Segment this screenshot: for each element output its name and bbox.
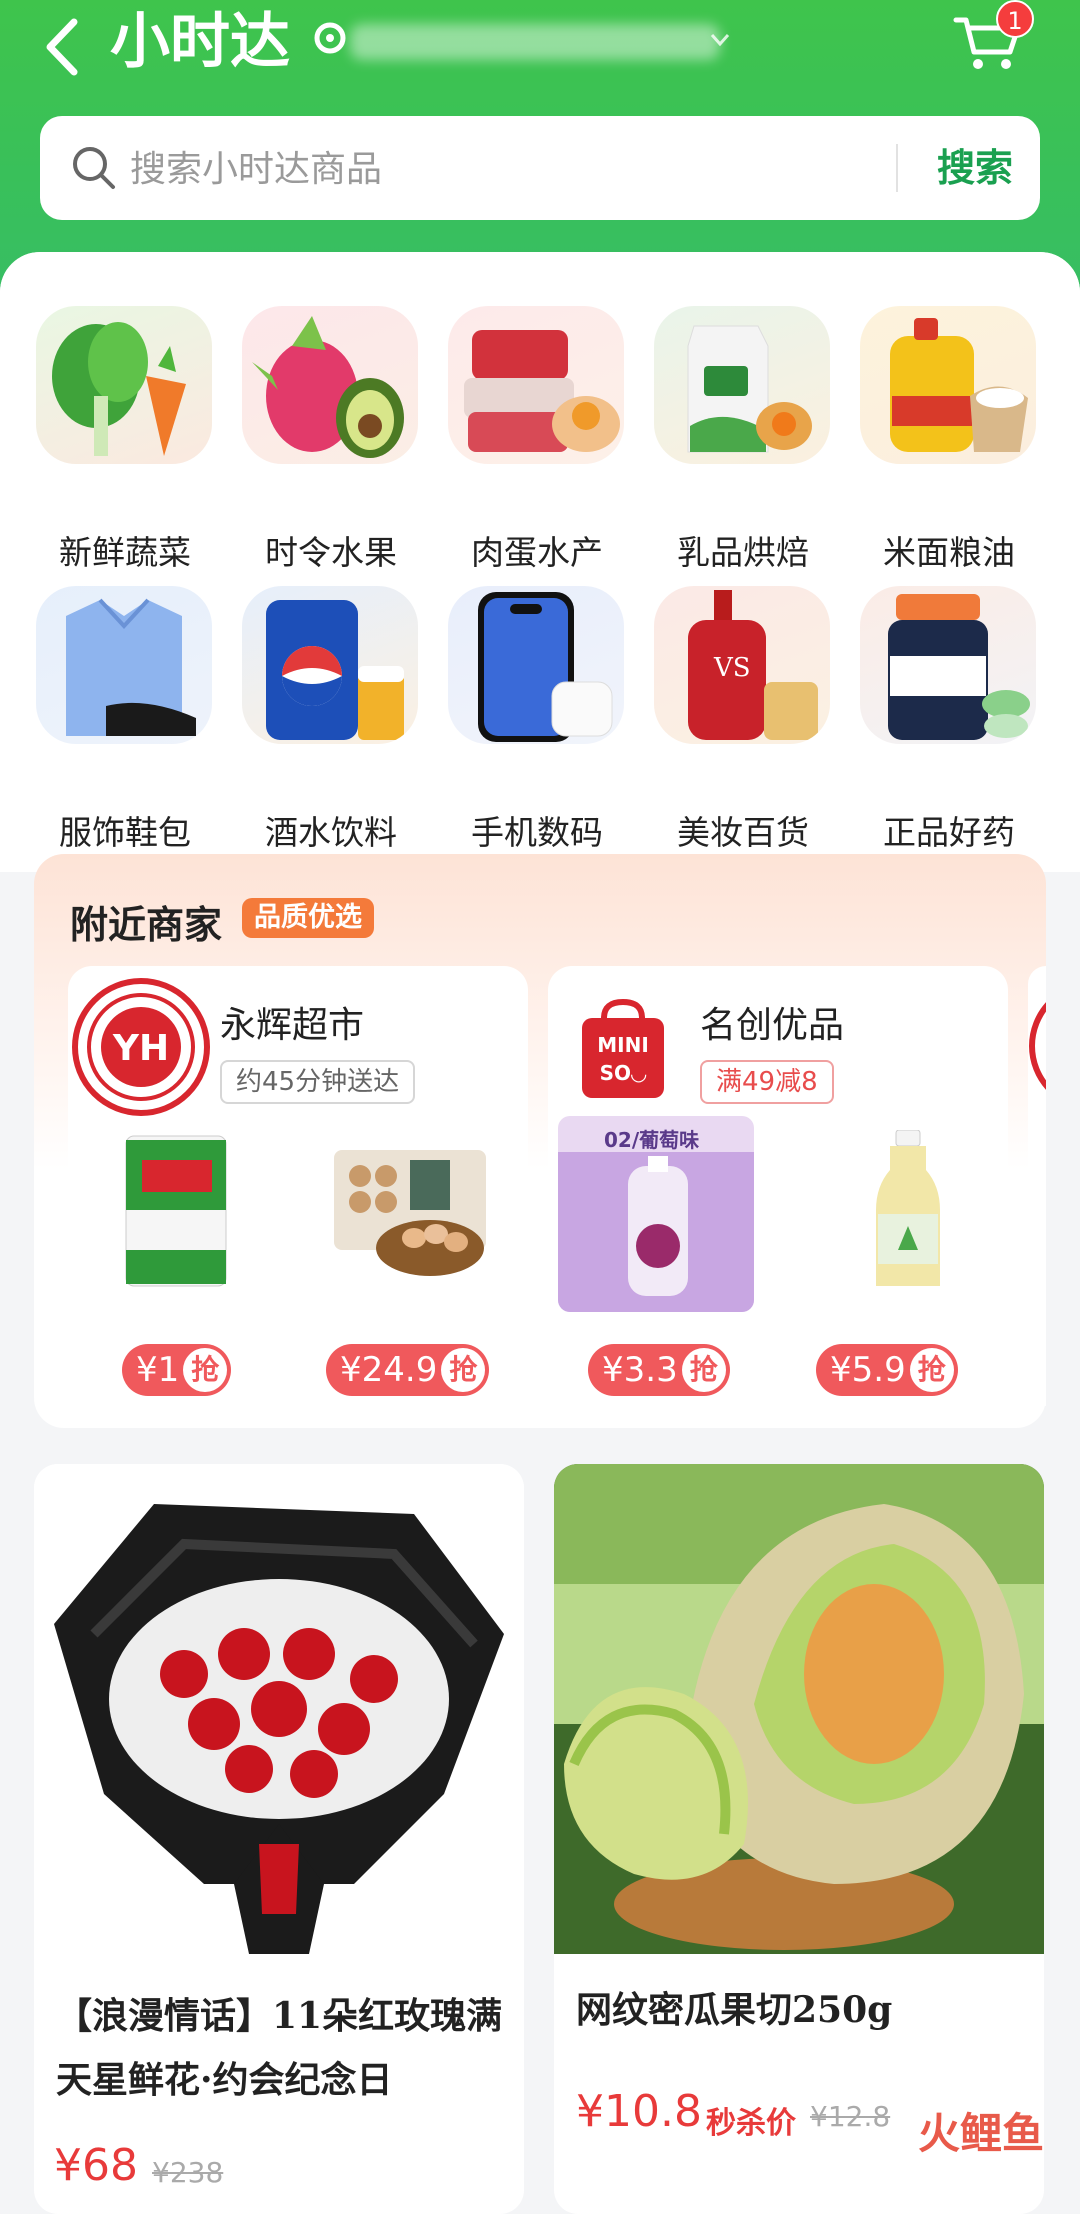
product-image-tea-bottle [876, 1130, 940, 1286]
category-item-drinks[interactable]: 酒水饮料 [228, 586, 428, 852]
product-image-grape-jelly: 02/葡萄味 [558, 1116, 754, 1312]
store-name: 永辉超市 [220, 1005, 365, 1046]
nearby-title: 附近商家 [70, 902, 223, 947]
location-icon[interactable] [312, 20, 348, 64]
product-image-eggs [334, 1150, 486, 1276]
category-item-clothing[interactable]: 服饰鞋包 [22, 586, 222, 852]
product-image-melon [554, 1464, 1044, 1954]
store-name: 名创优品 [700, 1005, 845, 1046]
product-image-roses [34, 1464, 524, 1964]
category-label: 新鲜蔬菜 [59, 533, 191, 572]
discount-tag: 满49减8 [700, 1060, 834, 1104]
price: ¥5.9 [830, 1350, 906, 1390]
category-label: 手机数码 [471, 813, 603, 852]
svg-text:VS: VS [713, 653, 751, 683]
svg-text:YH: YH [112, 1028, 169, 1069]
content-area: 新鲜蔬菜 时令水果 肉蛋水产 乳品烘焙 米面粮油 服饰鞋包 酒水饮料 手机数码 … [0, 252, 1080, 2214]
category-label: 米面粮油 [883, 533, 1015, 572]
delivery-time: 约45分钟送达 [220, 1060, 416, 1104]
product-price: ¥10.8 [576, 2086, 702, 2137]
seckill-tag: 秒杀价 [706, 2106, 796, 2141]
price-tag[interactable]: ¥1 抢 [122, 1344, 232, 1396]
price: ¥3.3 [602, 1350, 678, 1390]
dairy-bakery-icon [654, 306, 830, 464]
phone-icon [448, 586, 624, 744]
cosmetics-icon: VS [654, 586, 830, 744]
yonghui-logo: YH [72, 978, 210, 1116]
rice-oil-icon [860, 306, 1036, 464]
product-title: 网纹密瓜果切250g [576, 1989, 893, 2031]
drinks-icon [242, 586, 418, 744]
grab-badge: 抢 [441, 1348, 486, 1392]
category-label: 酒水饮料 [265, 813, 397, 852]
category-item-dairy[interactable]: 乳品烘焙 [640, 306, 840, 572]
feed-card-roses[interactable]: 【浪漫情话】11朵红玫瑰满天星鲜花·约会纪念日 ¥68 ¥238 [34, 1464, 524, 2214]
category-label: 时令水果 [265, 533, 397, 572]
store-card-miniso[interactable]: MINI SO◡ 名创优品 满49减8 02/葡萄味 ¥3.3 抢 ¥5.9 抢 [548, 966, 1008, 1406]
category-item-meat[interactable]: 肉蛋水产 [434, 306, 634, 572]
watermark-logo: 火鲤鱼 [918, 2109, 1045, 2158]
nearby-stores-section: 附近商家 品质优选 YH 永辉超市 约45分钟送达 ¥1 抢 ¥24.9 抢 M… [34, 854, 1046, 1428]
product-title: 【浪漫情话】11朵红玫瑰满天星鲜花·约会纪念日 [56, 1995, 503, 2101]
vegetables-icon [36, 306, 212, 464]
category-item-vegetables[interactable]: 新鲜蔬菜 [22, 306, 222, 572]
original-price: ¥238 [152, 2156, 224, 2189]
category-label: 正品好药 [883, 813, 1015, 852]
product-price: ¥68 [54, 2140, 138, 2191]
price-tag[interactable]: ¥3.3 抢 [588, 1344, 730, 1396]
grab-badge: 抢 [909, 1348, 954, 1392]
search-input[interactable] [128, 136, 912, 202]
search-button[interactable]: 搜索 [910, 116, 1040, 220]
product-image-vermicelli [125, 1135, 227, 1287]
location-address-blurred[interactable] [350, 24, 720, 60]
svg-text:MINI: MINI [597, 1033, 649, 1057]
search-bar[interactable]: 搜索 [40, 116, 1040, 220]
search-divider [896, 144, 898, 192]
store-card-peek[interactable] [1028, 966, 1046, 1406]
price-tag[interactable]: ¥24.9 抢 [326, 1344, 490, 1396]
miniso-logo: MINI SO◡ [582, 998, 664, 1098]
clothing-icon [36, 586, 212, 744]
category-item-cosmetics[interactable]: VS 美妆百货 [640, 586, 840, 852]
back-arrow-icon[interactable] [40, 12, 84, 82]
chevron-down-icon[interactable] [708, 30, 732, 50]
quality-tag: 品质优选 [242, 898, 374, 938]
cart-count-badge: 1 [996, 0, 1034, 38]
grab-badge: 抢 [183, 1348, 228, 1392]
grab-badge: 抢 [681, 1348, 726, 1392]
category-item-rice-oil[interactable]: 米面粮油 [846, 306, 1046, 572]
price-tag[interactable]: ¥5.9 抢 [816, 1344, 958, 1396]
search-icon [73, 147, 115, 189]
category-item-phone[interactable]: 手机数码 [434, 586, 634, 852]
original-price: ¥12.8 [810, 2100, 891, 2133]
category-label: 肉蛋水产 [471, 533, 603, 572]
store-card-yonghui[interactable]: YH 永辉超市 约45分钟送达 ¥1 抢 ¥24.9 抢 [68, 966, 528, 1406]
meat-egg-icon [448, 306, 624, 464]
category-label: 乳品烘焙 [677, 533, 809, 572]
category-grid: 新鲜蔬菜 时令水果 肉蛋水产 乳品烘焙 米面粮油 服饰鞋包 酒水饮料 手机数码 … [0, 252, 1080, 872]
category-item-fruit[interactable]: 时令水果 [228, 306, 428, 572]
header-bar: 小时达 1 搜索 [0, 0, 1080, 290]
price: ¥24.9 [340, 1350, 438, 1390]
page-title: 小时达 [110, 7, 290, 77]
price: ¥1 [136, 1350, 180, 1390]
category-label: 服饰鞋包 [59, 813, 191, 852]
medicine-icon [860, 586, 1036, 744]
fruit-icon [242, 306, 418, 464]
svg-text:SO◡: SO◡ [600, 1061, 647, 1085]
category-item-medicine[interactable]: 正品好药 [846, 586, 1046, 852]
category-label: 美妆百货 [677, 813, 809, 852]
